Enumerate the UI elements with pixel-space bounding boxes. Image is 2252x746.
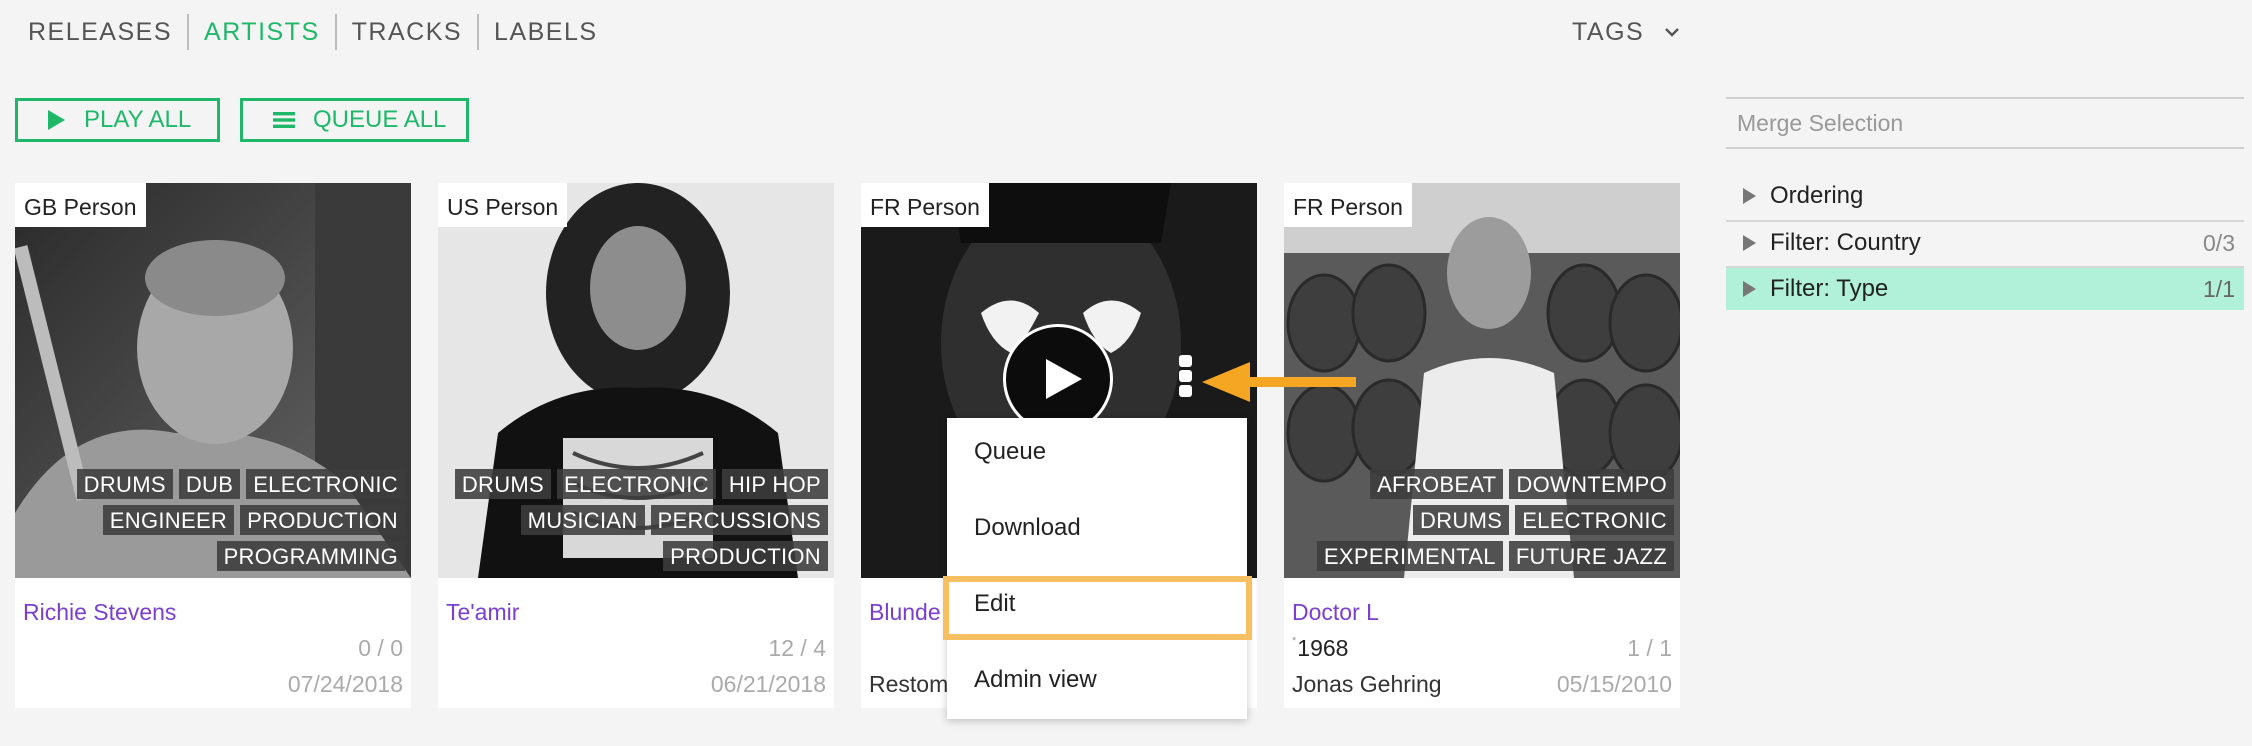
tag-chip[interactable]: DRUMS [76,469,173,499]
tags-label: TAGS [1572,17,1645,46]
more-options-icon[interactable] [1179,355,1193,400]
artist-name-link[interactable]: Doctor L [1292,599,1379,626]
tag-chip[interactable]: EXPERIMENTAL [1316,541,1503,571]
artist-name-link[interactable]: Blunde [869,599,941,626]
release-counts: 0 / 0 [358,635,403,661]
artist-photo[interactable]: GB Person DRUMS DUB ELECTRONIC ENGINEER … [15,183,411,578]
tag-chip[interactable]: PERCUSSIONS [650,505,828,535]
queue-all-button[interactable]: QUEUE ALL [240,98,469,142]
tag-list: DRUMS DUB ELECTRONIC ENGINEER PRODUCTION… [25,467,405,575]
artist-name-link[interactable]: Richie Stevens [23,599,176,626]
country-badge: GB Person [15,183,146,227]
menu-item-queue[interactable]: Queue [947,426,1247,478]
nav-labels[interactable]: LABELS [479,14,613,50]
date-added: 07/24/2018 [287,671,403,697]
tag-chip[interactable]: ENGINEER [102,505,235,535]
tag-chip[interactable]: DOWNTEMPO [1509,469,1674,499]
play-all-label: PLAY ALL [84,106,192,133]
ordering-label: Ordering [1770,182,1864,209]
date-added: 05/15/2010 [1556,671,1672,697]
filter-type-section[interactable]: Filter: Type 1/1 [1726,266,2244,310]
tag-chip[interactable]: FUTURE JAZZ [1508,541,1674,571]
triangle-right-icon [1743,281,1756,297]
real-name: Restom [869,671,949,697]
date-added: 06/21/2018 [710,671,826,697]
play-all-button[interactable]: PLAY ALL [15,98,220,142]
filter-country-count: 0/3 [2203,229,2235,256]
tag-chip[interactable]: ELECTRONIC [557,469,716,499]
queue-all-label: QUEUE ALL [313,106,447,133]
birth-year: *1968 [1292,635,1348,662]
tag-list: AFROBEAT DOWNTEMPO DRUMS ELECTRONIC EXPE… [1294,467,1674,575]
ordering-section[interactable]: Ordering [1726,174,2244,218]
merge-selection-placeholder: Merge Selection [1737,109,1904,136]
list-icon [273,111,295,129]
tag-chip[interactable]: ELECTRONIC [246,469,405,499]
tag-list: DRUMS ELECTRONIC HIP HOP MUSICIAN PERCUS… [448,467,828,575]
tag-chip[interactable]: DUB [178,469,241,499]
tags-dropdown[interactable]: TAGS [1572,14,1680,50]
country-badge: FR Person [1284,183,1412,227]
artist-name-link[interactable]: Te'amir [446,599,519,626]
merge-selection-field[interactable]: Merge Selection [1726,97,2244,149]
tag-chip[interactable]: HIP HOP [721,469,828,499]
tag-chip[interactable]: DRUMS [454,469,552,499]
tag-chip[interactable]: PROGRAMMING [216,541,405,571]
artist-photo[interactable]: US Person DRUMS ELECTRONIC HIP HOP MUSIC… [438,183,834,578]
release-counts: 12 / 4 [768,635,826,661]
filter-country-label: Filter: Country [1770,229,1921,256]
birth-year-value: 1968 [1297,635,1349,661]
tag-chip[interactable]: MUSICIAN [520,505,645,535]
filter-type-label: Filter: Type [1770,275,1889,302]
tag-chip[interactable]: DRUMS [1413,505,1510,535]
edit-highlight-box [943,576,1252,640]
menu-item-admin-view[interactable]: Admin view [947,654,1247,706]
tag-chip[interactable]: PRODUCTION [663,541,828,571]
context-menu: Queue Download Edit Admin view [947,418,1247,719]
filter-type-count: 1/1 [2203,275,2235,302]
artist-card[interactable]: FR Person AFROBEAT DOWNTEMPO DRUMS ELECT… [1284,183,1680,708]
tag-chip[interactable]: PRODUCTION [240,505,405,535]
country-badge: FR Person [861,183,989,227]
filter-country-section[interactable]: Filter: Country 0/3 [1726,220,2244,264]
menu-item-download[interactable]: Download [947,502,1247,554]
top-nav: RELEASES ARTISTS TRACKS LABELS [14,14,613,50]
triangle-right-icon [1743,188,1756,204]
nav-releases[interactable]: RELEASES [14,14,187,50]
tag-chip[interactable]: ELECTRONIC [1515,505,1674,535]
chevron-down-icon [1665,28,1680,37]
release-counts: 1 / 1 [1627,635,1672,661]
nav-tracks[interactable]: TRACKS [337,14,477,50]
real-name: Jonas Gehring [1292,671,1442,697]
triangle-right-icon [1743,235,1756,251]
birth-mark: * [1292,635,1297,647]
tag-chip[interactable]: AFROBEAT [1370,469,1504,499]
country-badge: US Person [438,183,568,227]
artist-card[interactable]: US Person DRUMS ELECTRONIC HIP HOP MUSIC… [438,183,834,708]
nav-artists[interactable]: ARTISTS [189,14,335,50]
play-icon [46,109,66,131]
annotation-arrow-icon [1202,362,1356,402]
artist-card[interactable]: GB Person DRUMS DUB ELECTRONIC ENGINEER … [15,183,411,708]
play-icon [1046,359,1082,399]
